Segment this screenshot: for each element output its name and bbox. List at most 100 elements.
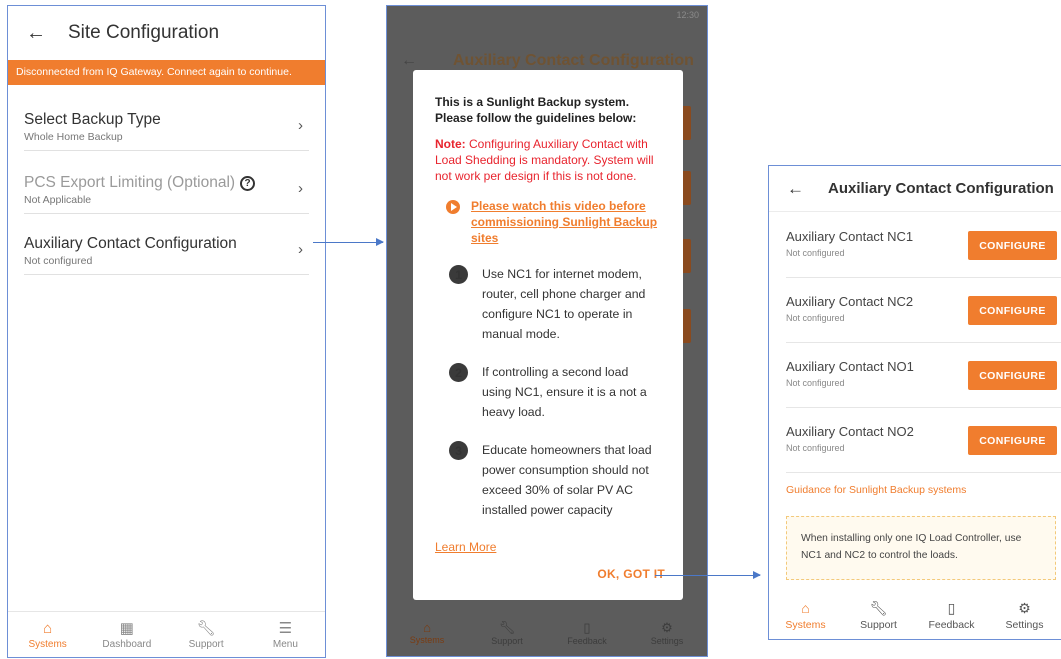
info-callout: When installing only one IQ Load Control…: [786, 516, 1056, 580]
nav-label: Support: [860, 618, 897, 631]
flow-arrow: [655, 571, 761, 579]
guideline-step: 2 If controlling a second load using NC1…: [435, 362, 661, 422]
background-nav-item: ▯ Feedback: [547, 614, 627, 656]
background-bottom-nav: ⌂ Systems 🔧︎ Support ▯ Feedback ⚙ Settings: [387, 614, 707, 656]
back-arrow-icon: ←: [401, 52, 417, 69]
contact-status: Not configured: [786, 248, 845, 258]
ok-got-it-button[interactable]: OK, GOT IT: [597, 567, 665, 581]
configure-no1-button[interactable]: CONFIGURE: [968, 361, 1057, 390]
contact-status: Not configured: [786, 443, 845, 453]
step-text: Educate homeowners that load power consu…: [482, 443, 652, 517]
configure-nc1-button[interactable]: CONFIGURE: [968, 231, 1057, 260]
feedback-icon: ▯: [583, 620, 591, 635]
play-icon: [446, 200, 460, 214]
dialog-heading: This is a Sunlight Backup system. Please…: [435, 95, 637, 125]
contact-status: Not configured: [786, 378, 845, 388]
gear-icon: ⚙: [1018, 599, 1031, 616]
home-icon: ⌂: [423, 620, 431, 635]
guideline-step: 1 Use NC1 for internet modem, router, ce…: [435, 264, 661, 344]
background-title: Auxiliary Contact Configuration: [453, 52, 694, 69]
app-header: ← Site Configuration: [8, 6, 325, 60]
nav-label: Support: [188, 638, 224, 650]
dashboard-icon: ▦: [119, 619, 134, 637]
row-title: Select Backup Type: [24, 111, 161, 128]
contact-row-nc2: Auxiliary Contact NC2 Not configured CON…: [786, 278, 1061, 343]
auxiliary-contact-configuration-screen: ← Auxiliary Contact Configuration Auxili…: [768, 165, 1061, 640]
step-number: 2: [449, 363, 468, 382]
app-header: ← Auxiliary Contact Configuration: [769, 166, 1061, 212]
flow-arrow: [313, 238, 384, 246]
contact-name: Auxiliary Contact NC1: [786, 229, 914, 244]
row-subtitle: Not Applicable: [24, 194, 92, 206]
step-text: If controlling a second load using NC1, …: [482, 365, 647, 419]
auxiliary-contact-configuration-row[interactable]: Auxiliary Contact Configuration Not conf…: [24, 235, 309, 275]
contact-row-no1: Auxiliary Contact NO1 Not configured CON…: [786, 343, 1061, 408]
sunlight-backup-dialog: This is a Sunlight Backup system. Please…: [413, 70, 683, 600]
nav-item-systems[interactable]: ⌂ Systems: [8, 612, 87, 657]
step-number: 1: [449, 265, 468, 284]
wrench-icon: 🔧︎: [498, 620, 516, 635]
video-link-text[interactable]: Please watch this video before commissio…: [471, 198, 661, 246]
background-nav-item: ⌂ Systems: [387, 614, 467, 656]
back-arrow-icon[interactable]: ←: [787, 179, 804, 199]
nav-label: Support: [491, 636, 523, 646]
nav-label: Feedback: [567, 636, 607, 646]
chevron-right-icon: ›: [298, 180, 303, 197]
video-link[interactable]: Please watch this video before commissio…: [435, 198, 661, 246]
feedback-icon: ▯: [947, 599, 956, 616]
gear-icon: ⚙: [661, 620, 673, 635]
nav-label: Menu: [272, 638, 298, 650]
bottom-nav: ⌂ Systems 🔧︎ Support ▯ Feedback ⚙ Settin…: [769, 591, 1061, 639]
nav-item-settings[interactable]: ⚙ Settings: [988, 591, 1061, 639]
background-nav-item: ⚙ Settings: [627, 614, 707, 656]
step-number: 3: [449, 441, 468, 460]
guidance-link[interactable]: Guidance for Sunlight Backup systems: [786, 484, 966, 496]
nav-label: Systems: [785, 618, 826, 631]
home-icon: ⌂: [43, 619, 53, 637]
row-title-text: PCS Export Limiting (Optional): [24, 174, 236, 191]
nav-item-support[interactable]: 🔧︎ Support: [167, 612, 246, 657]
guideline-step: 3 Educate homeowners that load power con…: [435, 440, 661, 520]
nav-item-dashboard[interactable]: ▦ Dashboard: [87, 612, 166, 657]
pcs-export-limiting-row[interactable]: PCS Export Limiting (Optional) ? Not App…: [24, 174, 309, 214]
row-subtitle: Not configured: [24, 255, 93, 267]
guidelines-dialog-screen: 12:30 ← Auxiliary Contact Configuration …: [386, 5, 708, 657]
note-label: Note:: [435, 137, 466, 151]
configure-no2-button[interactable]: CONFIGURE: [968, 426, 1057, 455]
page-title: Auxiliary Contact Configuration: [828, 180, 1054, 197]
background-nav-item: 🔧︎ Support: [467, 614, 547, 656]
contact-status: Not configured: [786, 313, 845, 323]
step-text: Use NC1 for internet modem, router, cell…: [482, 267, 646, 341]
nav-label: Dashboard: [102, 638, 152, 650]
contact-name: Auxiliary Contact NO2: [786, 424, 914, 439]
menu-icon: ☰: [278, 619, 293, 637]
configure-nc2-button[interactable]: CONFIGURE: [968, 296, 1057, 325]
home-icon: ⌂: [801, 599, 810, 616]
row-title: PCS Export Limiting (Optional) ?: [24, 174, 309, 192]
row-subtitle: Whole Home Backup: [24, 131, 123, 143]
status-bar-time: 12:30: [676, 10, 699, 20]
help-icon[interactable]: ?: [240, 175, 256, 191]
bottom-nav: ⌂ Systems ▦ Dashboard 🔧︎ Support ☰ Menu: [8, 611, 325, 657]
select-backup-type-row[interactable]: Select Backup Type Whole Home Backup ›: [24, 111, 309, 151]
nav-label: Settings: [650, 636, 684, 646]
contact-row-nc1: Auxiliary Contact NC1 Not configured CON…: [786, 213, 1061, 278]
contact-row-no2: Auxiliary Contact NO2 Not configured CON…: [786, 408, 1061, 473]
wrench-icon: 🔧︎: [869, 599, 888, 616]
disconnected-banner: Disconnected from IQ Gateway. Connect ag…: [8, 60, 325, 85]
nav-label: Systems: [28, 638, 67, 650]
nav-label: Feedback: [928, 618, 975, 631]
contact-name: Auxiliary Contact NO1: [786, 359, 914, 374]
note-text: Configuring Auxiliary Contact with Load …: [435, 137, 654, 183]
nav-item-systems[interactable]: ⌂ Systems: [769, 591, 842, 639]
row-title: Auxiliary Contact Configuration: [24, 235, 237, 252]
nav-label: Systems: [409, 635, 445, 645]
learn-more-link[interactable]: Learn More: [435, 540, 661, 554]
back-arrow-icon[interactable]: ←: [26, 22, 46, 45]
nav-item-support[interactable]: 🔧︎ Support: [842, 591, 915, 639]
chevron-right-icon: ›: [298, 117, 303, 134]
nav-item-menu[interactable]: ☰ Menu: [246, 612, 325, 657]
nav-label: Settings: [1005, 618, 1044, 631]
wrench-icon: 🔧︎: [196, 619, 216, 637]
nav-item-feedback[interactable]: ▯ Feedback: [915, 591, 988, 639]
